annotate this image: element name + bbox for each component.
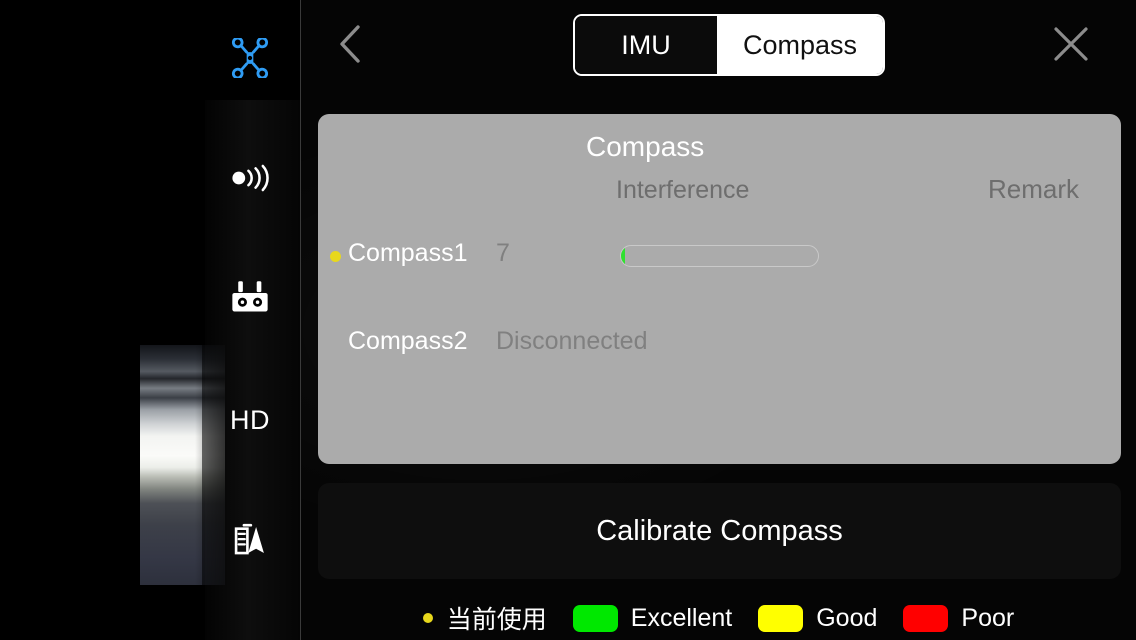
- close-x-icon: [1054, 27, 1088, 61]
- column-header-remark: Remark: [988, 174, 1080, 204]
- calibrate-compass-button[interactable]: Calibrate Compass: [318, 483, 1121, 579]
- tab-imu[interactable]: IMU: [575, 16, 717, 74]
- legend: 当前使用 Excellent Good Poor: [301, 596, 1136, 640]
- column-header-interference: Interference: [616, 176, 750, 204]
- calibrate-compass-label: Calibrate Compass: [596, 514, 843, 547]
- table-row: Compass2 Disconnected: [318, 324, 1121, 366]
- sidebar-item-transmission[interactable]: [222, 152, 278, 208]
- legend-label-current-use: 当前使用: [446, 605, 547, 634]
- legend-item-good: Good: [732, 604, 877, 633]
- in-use-indicator-dot: [330, 251, 341, 262]
- sidebar-item-flight-records[interactable]: [222, 512, 278, 568]
- sidebar-item-aircraft[interactable]: [222, 32, 278, 88]
- back-button[interactable]: [323, 16, 379, 72]
- tab-compass[interactable]: Compass: [717, 16, 884, 74]
- app-root: HD IMU Compass Compass Interference Rema…: [0, 0, 1136, 640]
- legend-item-current-use: 当前使用: [422, 600, 547, 636]
- section-tabs: IMU Compass: [573, 14, 886, 76]
- legend-swatch-poor: [903, 604, 949, 632]
- sidebar-item-image-transmission[interactable]: HD: [222, 392, 278, 448]
- remote-controller-icon: [229, 278, 271, 323]
- compass-name: Compass2: [348, 327, 468, 355]
- signal-broadcast-icon: [229, 162, 271, 199]
- sidebar-item-remote-controller[interactable]: [222, 272, 278, 328]
- settings-topbar: IMU Compass: [301, 0, 1136, 88]
- legend-item-excellent: Excellent: [547, 604, 732, 633]
- legend-dot-icon: [422, 613, 433, 623]
- compass-name: Compass1: [348, 239, 468, 267]
- compass-interference-value: 7: [496, 239, 510, 267]
- legend-label-poor: Poor: [961, 603, 1015, 632]
- legend-swatch-excellent: [572, 604, 618, 632]
- compass-status-value: Disconnected: [496, 327, 648, 355]
- chevron-left-icon: [340, 25, 360, 63]
- live-view-pane: HD: [0, 0, 300, 640]
- legend-swatch-good: [758, 604, 804, 632]
- interference-bar-fill: [621, 246, 625, 266]
- legend-label-excellent: Excellent: [630, 603, 733, 632]
- flight-log-icon: [234, 523, 264, 555]
- drone-icon: [230, 36, 270, 83]
- legend-item-poor: Poor: [877, 604, 1014, 633]
- settings-pane: IMU Compass Compass Interference Remark …: [301, 0, 1136, 640]
- legend-label-good: Good: [816, 603, 878, 632]
- hd-text-icon: HD: [230, 404, 270, 435]
- compass-status-card: Compass Interference Remark Compass1 7 C…: [318, 114, 1121, 464]
- interference-bar: [620, 245, 819, 267]
- close-button[interactable]: [1041, 14, 1101, 74]
- card-title: Compass: [586, 131, 705, 162]
- sidebar-rail: HD: [222, 0, 278, 640]
- table-row: Compass1 7: [318, 236, 1121, 278]
